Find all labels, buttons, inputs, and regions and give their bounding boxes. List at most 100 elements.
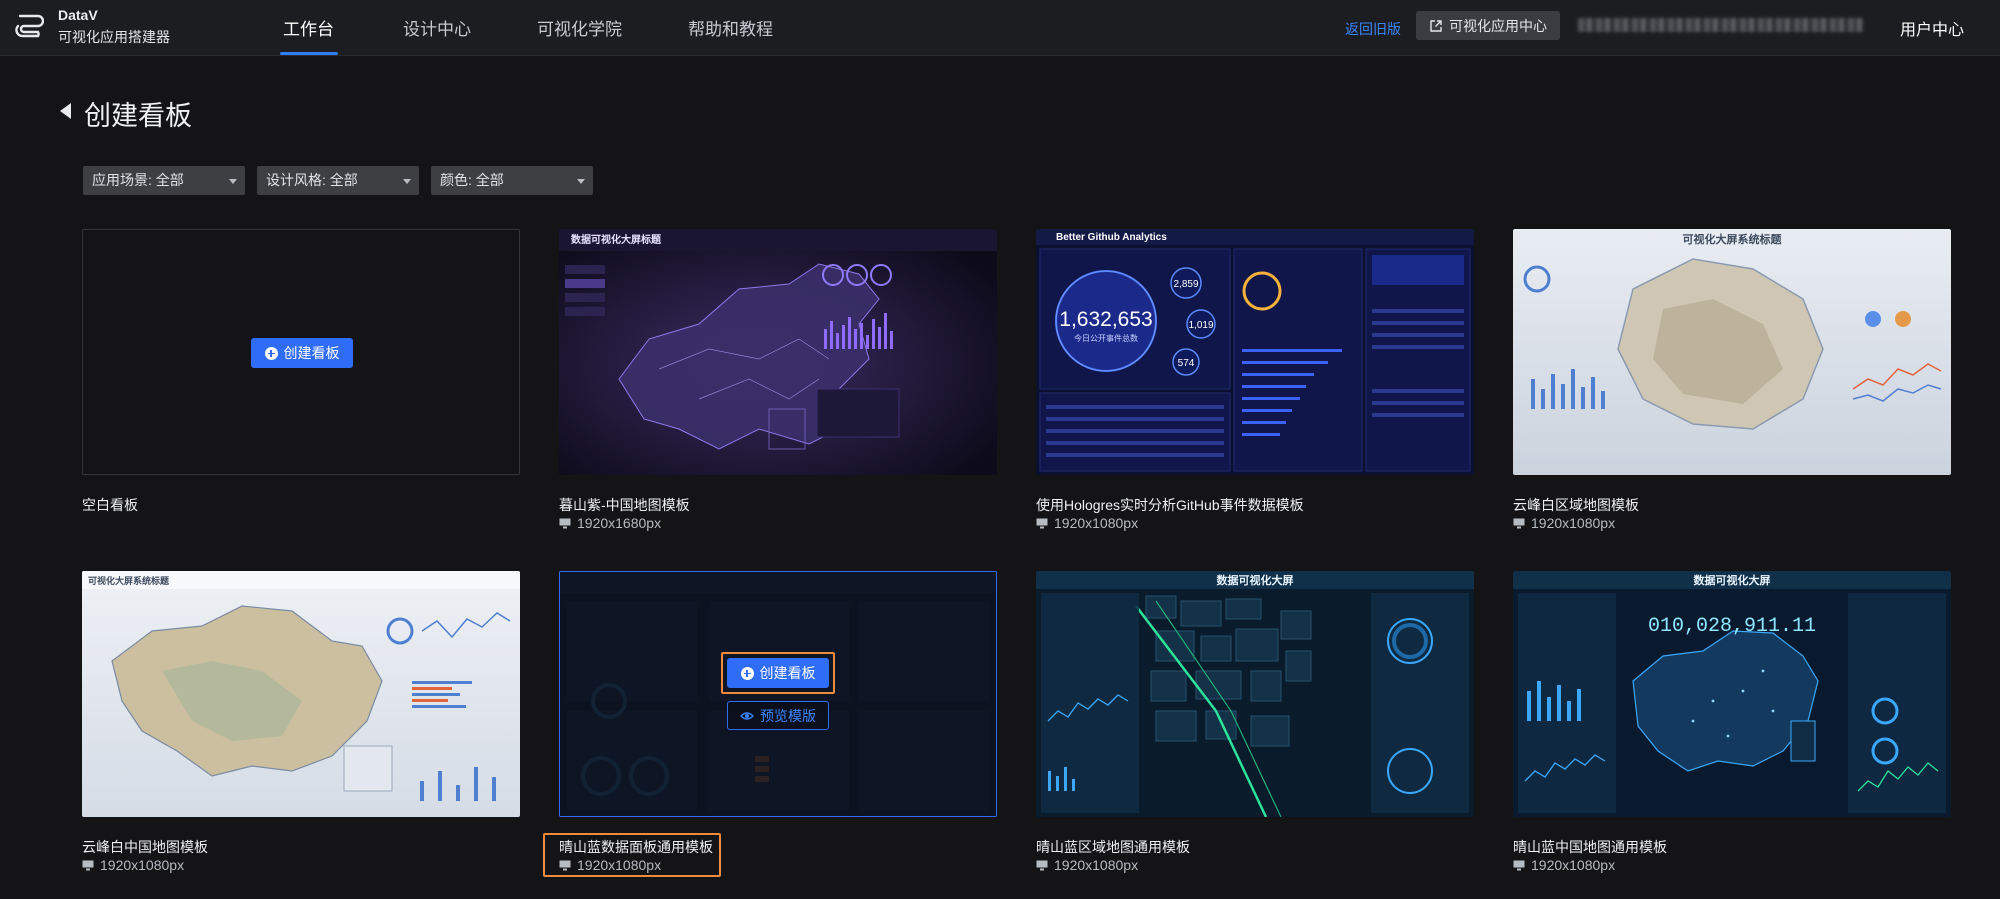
template-title: 晴山蓝区域地图通用模板 — [1036, 839, 1190, 855]
hover-overlay — [559, 571, 997, 817]
nav-item-visualization-academy[interactable]: 可视化学院 — [537, 15, 622, 40]
plus-circle-icon — [740, 666, 754, 680]
filter-scenario-select[interactable]: 应用场景: 全部 — [83, 166, 245, 195]
create-board-button[interactable]: 创建看板 — [251, 338, 353, 368]
purple-dashboard-preview: 数据可视化大屏标题 — [559, 229, 997, 475]
github-thumb-title: Better Github Analytics — [1056, 232, 1167, 243]
template-resolution-text: 1920x1080px — [1531, 857, 1616, 873]
template-resolution-text: 1920x1080px — [1054, 857, 1139, 873]
template-resolution: 1920x1080px — [82, 857, 184, 873]
blue-region-thumb-title: 数据可视化大屏 — [1217, 573, 1294, 587]
template-thumbnail[interactable]: 创建看板 预览模版 — [559, 571, 997, 817]
template-thumbnail[interactable]: 数据可视化大屏 010,028,911.11 — [1513, 571, 1951, 817]
template-card-blue-china-map[interactable]: 数据可视化大屏 010,028,911.11 晴山蓝中国地图通用模板 1920x… — [1513, 571, 1951, 873]
template-title: 云峰白中国地图模板 — [82, 839, 208, 855]
white-china-thumb-title: 可视化大屏系统标题 — [88, 575, 170, 586]
template-title: 云峰白区域地图模板 — [1513, 497, 1639, 513]
template-resolution: 1920x1080px — [1036, 857, 1138, 873]
chevron-down-icon — [403, 179, 411, 184]
template-resolution-text: 1920x1080px — [100, 857, 185, 873]
filter-color-label: 颜色: — [440, 172, 472, 188]
template-resolution: 1920x1080px — [559, 857, 661, 873]
template-thumbnail[interactable]: 数据可视化大屏标题 — [559, 229, 997, 475]
monitor-icon — [1513, 860, 1525, 870]
create-board-label: 创建看板 — [759, 665, 816, 681]
user-center-link[interactable]: 用户中心 — [1900, 16, 1964, 40]
filter-style-value: 全部 — [329, 172, 358, 188]
brand-subtitle: 可视化应用搭建器 — [58, 29, 170, 45]
active-nav-indicator — [280, 52, 338, 55]
create-board-label: 创建看板 — [283, 345, 340, 361]
monitor-icon — [559, 860, 571, 870]
monitor-icon — [1513, 518, 1525, 528]
template-card-blue-data-panel[interactable]: 创建看板 预览模版 晴山蓝数据面板通用模板 1920x1080px — [543, 571, 997, 877]
template-thumbnail[interactable]: 数据可视化大屏 — [1036, 571, 1474, 817]
filter-color-value: 全部 — [475, 172, 504, 188]
template-resolution: 1920x1080px — [1036, 515, 1138, 531]
preview-template-button[interactable]: 预览模版 — [727, 701, 829, 730]
template-resolution: 1920x1080px — [1513, 857, 1615, 873]
template-resolution-text: 1920x1080px — [577, 857, 662, 873]
template-resolution: 1920x1680px — [559, 515, 661, 531]
template-card-white-region-map[interactable]: 可视化大屏系统标题 云峰白区域地图模板 1920x1080px — [1513, 229, 1951, 531]
template-resolution: 1920x1080px — [1513, 515, 1615, 531]
template-resolution-text: 1920x1080px — [1531, 515, 1616, 531]
white-region-dashboard-preview: 可视化大屏系统标题 — [1513, 229, 1951, 475]
white-china-dashboard-preview: 可视化大屏系统标题 — [82, 571, 520, 817]
monitor-icon — [1036, 518, 1048, 528]
github-thumb-stat-2: 1,019 — [1188, 320, 1213, 331]
template-card-white-china-map[interactable]: 可视化大屏系统标题 云峰白中国地图模板 1920x1080px — [82, 571, 520, 873]
github-thumb-total: 1,632,653 — [1059, 308, 1152, 331]
filter-scenario-value: 全部 — [155, 172, 184, 188]
template-resolution-text: 1920x1680px — [577, 515, 662, 531]
brand-name: DataV — [58, 7, 98, 23]
template-thumbnail[interactable]: 可视化大屏系统标题 — [1513, 229, 1951, 475]
filter-color-select[interactable]: 颜色: 全部 — [431, 166, 593, 195]
create-board-button[interactable]: 创建看板 — [727, 658, 829, 688]
github-thumb-stat-3: 574 — [1178, 358, 1195, 369]
template-thumbnail[interactable]: 可视化大屏系统标题 — [82, 571, 520, 817]
filter-scenario-label: 应用场景: — [92, 172, 152, 188]
nav-item-workbench[interactable]: 工作台 — [283, 15, 334, 40]
monitor-icon — [1036, 860, 1048, 870]
nav-item-help-tutorials[interactable]: 帮助和教程 — [688, 15, 773, 40]
plus-circle-icon — [264, 346, 278, 360]
account-info-redacted — [1578, 18, 1864, 32]
template-title: 晴山蓝数据面板通用模板 — [559, 839, 713, 855]
blue-china-dashboard-preview: 数据可视化大屏 010,028,911.11 — [1513, 571, 1951, 817]
chevron-down-icon — [229, 179, 237, 184]
template-card-purple-china-map[interactable]: 数据可视化大屏标题 暮山紫-中国地图模板 1920x1680px — [559, 229, 997, 531]
external-link-icon — [1430, 19, 1442, 32]
template-card-github-analytics[interactable]: Better Github Analytics 1,632,653 今日公开事件… — [1036, 229, 1474, 531]
app-center-label: 可视化应用中心 — [1449, 17, 1547, 34]
app-center-button[interactable]: 可视化应用中心 — [1416, 11, 1560, 40]
monitor-icon — [559, 518, 571, 528]
template-title: 暮山紫-中国地图模板 — [559, 497, 690, 513]
chevron-down-icon — [577, 179, 585, 184]
template-card-blue-region-map[interactable]: 数据可视化大屏 晴山蓝区域地图通用模板 1920x1080px — [1036, 571, 1474, 873]
template-resolution-text: 1920x1080px — [1054, 515, 1139, 531]
template-thumbnail[interactable]: Better Github Analytics 1,632,653 今日公开事件… — [1036, 229, 1474, 475]
filter-style-select[interactable]: 设计风格: 全部 — [257, 166, 419, 195]
back-arrow-icon[interactable] — [60, 103, 71, 119]
template-title: 使用Hologres实时分析GitHub事件数据模板 — [1036, 497, 1304, 513]
white-region-thumb-title: 可视化大屏系统标题 — [1683, 232, 1783, 246]
nav-item-design-center[interactable]: 设计中心 — [403, 15, 471, 40]
eye-icon — [740, 711, 754, 720]
monitor-icon — [82, 860, 94, 870]
purple-thumb-title: 数据可视化大屏标题 — [571, 233, 662, 246]
page-title: 创建看板 — [84, 101, 192, 131]
blue-china-thumb-title: 数据可视化大屏 — [1694, 573, 1771, 587]
blue-region-dashboard-preview: 数据可视化大屏 — [1036, 571, 1474, 817]
github-thumb-total-label: 今日公开事件总数 — [1074, 333, 1138, 343]
template-thumbnail[interactable]: 创建看板 — [82, 229, 520, 475]
template-title: 晴山蓝中国地图通用模板 — [1513, 839, 1667, 855]
github-thumb-stat-1: 2,859 — [1173, 279, 1198, 290]
return-old-version-link[interactable]: 返回旧版 — [1345, 19, 1401, 39]
template-card-blank[interactable]: 创建看板 空白看板 — [82, 229, 520, 513]
preview-template-label: 预览模版 — [760, 707, 816, 724]
top-navigation-bar: DataV 可视化应用搭建器 工作台 设计中心 可视化学院 帮助和教程 返回旧版… — [0, 0, 2000, 56]
datav-logo-icon[interactable] — [14, 11, 44, 41]
blue-china-thumb-number: 010,028,911.11 — [1648, 615, 1816, 638]
filter-style-label: 设计风格: — [266, 172, 326, 188]
